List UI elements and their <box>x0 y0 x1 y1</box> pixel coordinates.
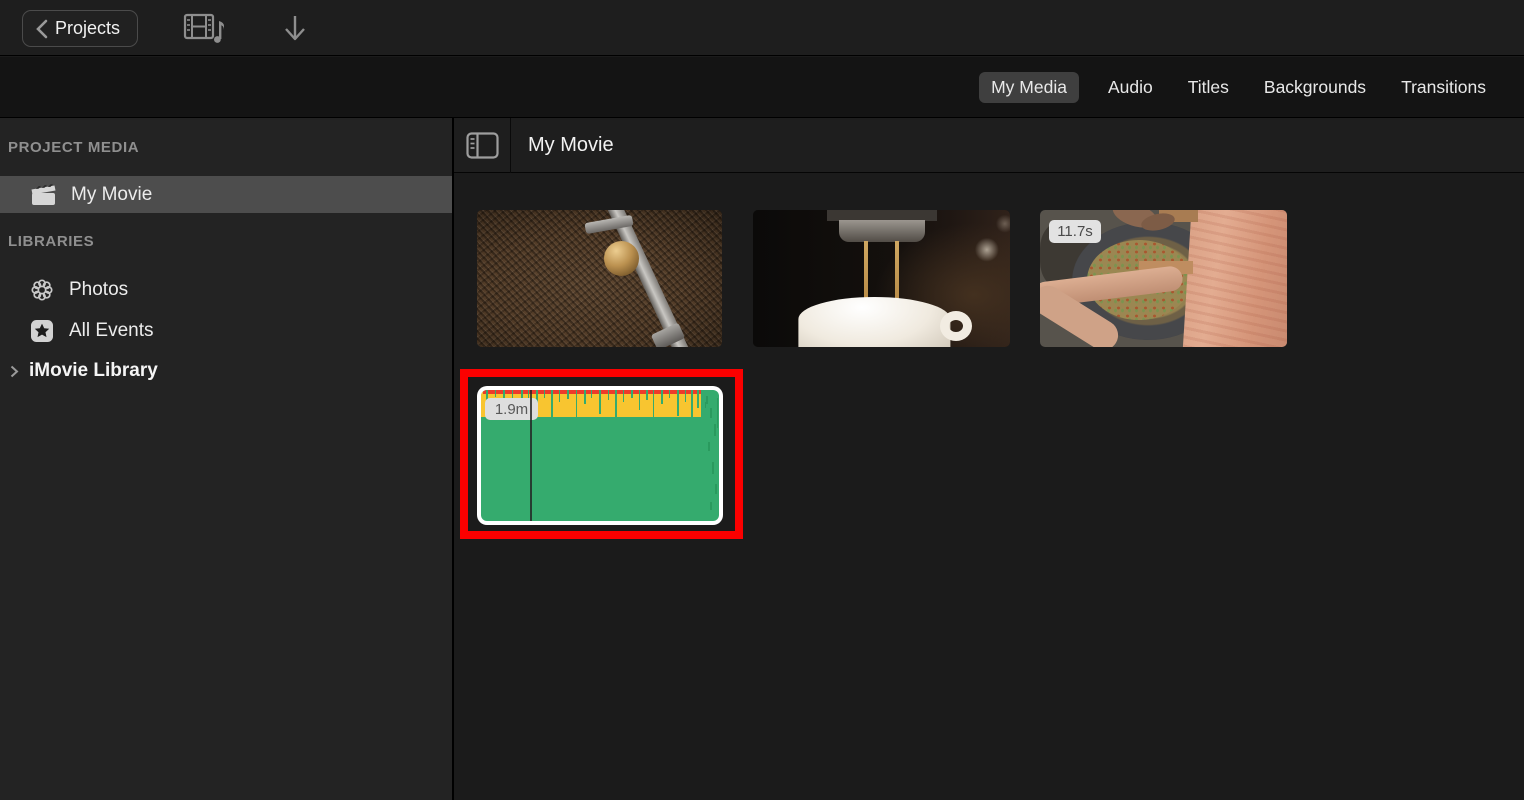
audio-waveform: 1.9m <box>481 390 719 521</box>
sidebar-toggle-button[interactable] <box>454 132 510 159</box>
tab-my-media[interactable]: My Media <box>979 72 1079 103</box>
duration-badge: 11.7s <box>1049 220 1101 243</box>
imovie-window: Projects My Media Audio Titles Backgroun… <box>0 0 1524 800</box>
thumbnail-art <box>940 311 972 341</box>
sidebar-item-label: My Movie <box>71 184 152 206</box>
sidebar-item-label: Photos <box>69 279 128 301</box>
clip-espresso-pour[interactable] <box>753 210 1010 347</box>
chevron-left-icon <box>35 19 48 39</box>
thumbnail-art <box>839 220 925 242</box>
project-title: My Movie <box>511 134 614 157</box>
browser-header: My Movie <box>454 118 1524 173</box>
annotation-red-box: 1.9m <box>460 369 743 539</box>
projects-back-button[interactable]: Projects <box>22 10 138 47</box>
sidebar-item-photos[interactable]: Photos <box>0 269 452 310</box>
import-down-arrow-icon[interactable] <box>282 14 308 44</box>
clip-coffee-roasting[interactable] <box>477 210 722 347</box>
sidebar-item-label: All Events <box>69 320 153 342</box>
sidebar-item-my-movie[interactable]: My Movie <box>0 176 452 213</box>
sidebar-item-label: iMovie Library <box>29 360 158 382</box>
clip-audio-waveform[interactable]: 1.9m <box>477 386 723 525</box>
media-filmstrip-note-icon[interactable] <box>183 12 227 44</box>
tab-backgrounds[interactable]: Backgrounds <box>1258 72 1372 103</box>
tab-titles[interactable]: Titles <box>1182 72 1235 103</box>
thumbnail-art <box>798 297 950 347</box>
clip-bean-sorting[interactable]: 11.7s <box>1040 210 1287 347</box>
project-media-header: PROJECT MEDIA <box>0 118 452 176</box>
thumbnail-art <box>1181 210 1287 347</box>
browser-tab-bar: My Media Audio Titles Backgrounds Transi… <box>0 57 1524 118</box>
photos-flower-icon <box>30 278 54 302</box>
sidebar-toggle-icon <box>466 132 499 159</box>
sidebar-item-all-events[interactable]: All Events <box>0 310 452 351</box>
top-toolbar: Projects <box>0 0 1524 56</box>
projects-button-label: Projects <box>55 18 120 39</box>
media-browser: 11.7s <box>454 174 1524 800</box>
libraries-header: LIBRARIES <box>0 213 452 269</box>
tab-transitions[interactable]: Transitions <box>1395 72 1492 103</box>
libraries-sidebar: PROJECT MEDIA My Movie LIBRARIES <box>0 118 452 800</box>
star-box-icon <box>30 319 54 343</box>
sidebar-item-imovie-library[interactable]: iMovie Library <box>0 351 452 391</box>
tab-audio[interactable]: Audio <box>1102 72 1159 103</box>
skimmer-playhead[interactable] <box>530 390 532 521</box>
chevron-right-icon <box>8 364 20 379</box>
clapperboard-icon <box>30 183 56 206</box>
